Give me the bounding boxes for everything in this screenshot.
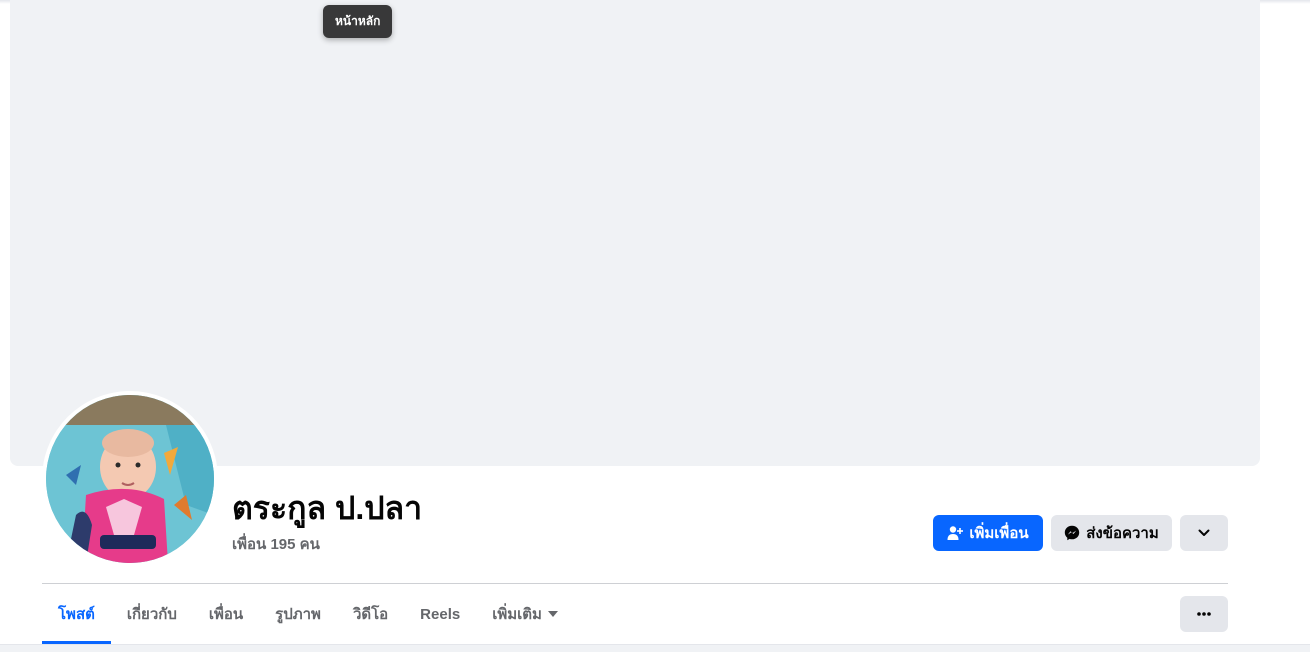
tab-reels[interactable]: Reels	[404, 584, 476, 644]
tab-label: เพิ่มเติม	[492, 606, 542, 623]
tab-label: โพสต์	[58, 606, 95, 623]
add-friend-label: เพิ่มเพื่อน	[969, 525, 1029, 542]
tab-photos[interactable]: รูปภาพ	[259, 584, 337, 644]
tab-label: วิดีโอ	[352, 606, 389, 623]
cover-photo[interactable]	[10, 0, 1260, 466]
tab-friends[interactable]: เพื่อน	[193, 584, 259, 644]
add-friend-button[interactable]: เพิ่มเพื่อน	[933, 515, 1043, 551]
message-label: ส่งข้อความ	[1086, 525, 1159, 542]
tab-posts[interactable]: โพสต์	[42, 584, 111, 644]
profile-options-dropdown[interactable]	[1180, 515, 1228, 551]
profile-name: ตระกูล ป.ปลา	[232, 490, 423, 526]
caret-down-icon	[547, 611, 558, 617]
page-background-band	[0, 644, 1310, 652]
avatar[interactable]	[46, 395, 214, 563]
chevron-down-icon	[1198, 529, 1210, 537]
friend-count[interactable]: เพื่อน 195 คน	[232, 532, 320, 556]
tab-label: เพื่อน	[208, 606, 244, 623]
profile-tabs: โพสต์ เกี่ยวกับ เพื่อน รูปภาพ วิดีโอ Ree…	[42, 584, 574, 644]
tab-more[interactable]: เพิ่มเติม	[476, 584, 574, 644]
tab-label: Reels	[420, 605, 461, 623]
more-options-button[interactable]	[1180, 596, 1228, 632]
tab-videos[interactable]: วิดีโอ	[337, 584, 404, 644]
message-button[interactable]: ส่งข้อความ	[1051, 515, 1172, 551]
tab-label: รูปภาพ	[275, 606, 321, 623]
tab-about[interactable]: เกี่ยวกับ	[111, 584, 193, 644]
profile-photo	[46, 395, 214, 563]
tab-label: เกี่ยวกับ	[126, 606, 177, 623]
add-friend-icon	[947, 525, 964, 541]
more-dots-icon	[1197, 612, 1211, 616]
messenger-icon	[1064, 525, 1080, 541]
home-tooltip: หน้าหลัก	[323, 5, 393, 38]
